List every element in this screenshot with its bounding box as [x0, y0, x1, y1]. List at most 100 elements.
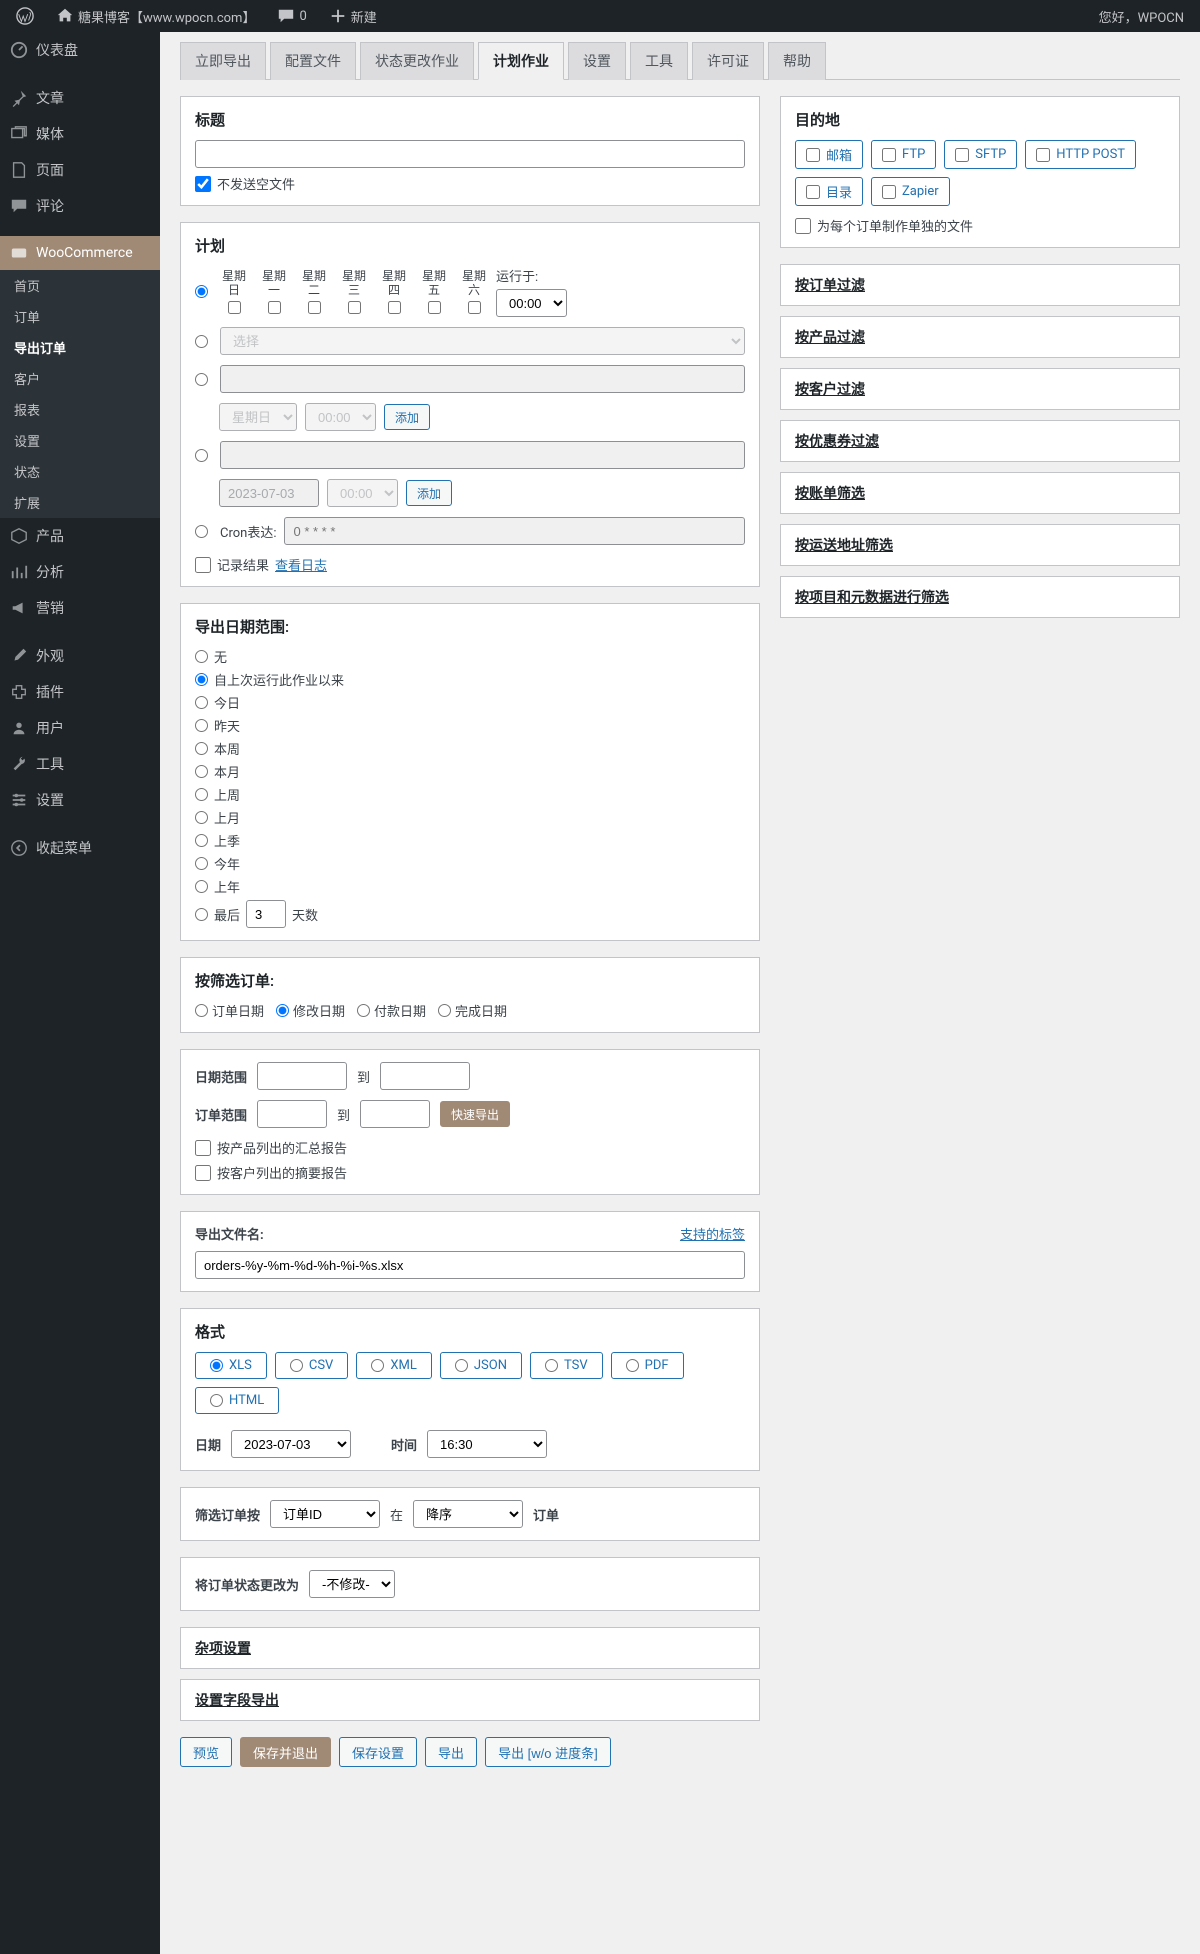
misc-panel[interactable]: 杂项设置 — [180, 1627, 760, 1669]
sched-date-radio[interactable] — [195, 449, 208, 462]
run-at-time[interactable]: 00:00 — [496, 289, 567, 317]
by-customer-check[interactable]: 按客户列出的摘要报告 — [195, 1163, 745, 1182]
sub-customers[interactable]: 客户 — [0, 363, 160, 394]
tab-settings[interactable]: 设置 — [568, 42, 626, 80]
tab-tools[interactable]: 工具 — [630, 42, 688, 80]
fmt-tsv[interactable]: TSV — [530, 1352, 603, 1379]
dr-last-year[interactable]: 上年 — [195, 877, 745, 896]
dest-zapier[interactable]: Zapier — [871, 177, 950, 206]
cron-input[interactable] — [284, 517, 745, 545]
sub-settings[interactable]: 设置 — [0, 425, 160, 456]
user-greeting[interactable]: 您好，WPOCN — [1091, 0, 1192, 32]
menu-comments[interactable]: 评论 — [0, 188, 160, 224]
dr-last-week[interactable]: 上周 — [195, 785, 745, 804]
fo-paid-date[interactable]: 付款日期 — [357, 1001, 426, 1020]
dr-yesterday[interactable]: 昨天 — [195, 716, 745, 735]
last-n-input[interactable] — [246, 900, 286, 928]
day-2[interactable] — [308, 301, 321, 314]
dr-this-year[interactable]: 今年 — [195, 854, 745, 873]
tags-link[interactable]: 支持的标签 — [680, 1224, 745, 1243]
date-from[interactable] — [257, 1062, 347, 1090]
filter-by-customer[interactable]: 按客户过滤 — [780, 368, 1180, 410]
sched-select[interactable]: 选择 — [220, 327, 745, 355]
menu-woocommerce[interactable]: WooCommerce — [0, 236, 160, 270]
filter-by-billing[interactable]: 按账单筛选 — [780, 472, 1180, 514]
sub-extensions[interactable]: 扩展 — [0, 487, 160, 518]
dest-http[interactable]: HTTP POST — [1025, 140, 1136, 169]
site-name[interactable]: 糖果博客【www.wpocn.com】 — [48, 0, 263, 32]
dr-this-week[interactable]: 本周 — [195, 739, 745, 758]
export-noprog-button[interactable]: 导出 [w/o 进度条] — [485, 1737, 611, 1767]
dr-this-month[interactable]: 本月 — [195, 762, 745, 781]
menu-marketing[interactable]: 营销 — [0, 590, 160, 626]
tab-export-now[interactable]: 立即导出 — [180, 42, 266, 80]
fmt-pdf[interactable]: PDF — [611, 1352, 684, 1379]
sched-weekday-input[interactable] — [220, 365, 745, 393]
filter-by-order[interactable]: 按订单过滤 — [780, 264, 1180, 306]
sort-dir[interactable]: 降序 — [413, 1500, 523, 1528]
menu-users[interactable]: 用户 — [0, 710, 160, 746]
dr-today[interactable]: 今日 — [195, 693, 745, 712]
tab-scheduled-jobs[interactable]: 计划作业 — [478, 42, 564, 80]
order-from[interactable] — [257, 1100, 327, 1128]
tab-profiles[interactable]: 配置文件 — [270, 42, 356, 80]
day-4[interactable] — [388, 301, 401, 314]
fmt-xml[interactable]: XML — [356, 1352, 432, 1379]
menu-plugins[interactable]: 插件 — [0, 674, 160, 710]
dr-last-n[interactable]: 最后 天数 — [195, 900, 745, 928]
day-3[interactable] — [348, 301, 361, 314]
fo-complete-date[interactable]: 完成日期 — [438, 1001, 507, 1020]
tab-license[interactable]: 许可证 — [692, 42, 764, 80]
fo-order-date[interactable]: 订单日期 — [195, 1001, 264, 1020]
date-add[interactable]: 添加 — [406, 480, 452, 506]
status-change-select[interactable]: -不修改- — [309, 1570, 395, 1598]
menu-collapse[interactable]: 收起菜单 — [0, 830, 160, 866]
filter-by-meta[interactable]: 按项目和元数据进行筛选 — [780, 576, 1180, 618]
order-to[interactable] — [360, 1100, 430, 1128]
date-select[interactable]: 2023-07-03 — [231, 1430, 351, 1458]
menu-media[interactable]: 媒体 — [0, 116, 160, 152]
date-to[interactable] — [380, 1062, 470, 1090]
dest-email[interactable]: 邮箱 — [795, 140, 863, 169]
day-1[interactable] — [268, 301, 281, 314]
dr-none[interactable]: 无 — [195, 647, 745, 666]
weekday-add[interactable]: 添加 — [384, 404, 430, 430]
fmt-json[interactable]: JSON — [440, 1352, 522, 1379]
dr-since-last[interactable]: 自上次运行此作业以来 — [195, 670, 745, 689]
comments-link[interactable]: 0 — [269, 0, 314, 32]
menu-appearance[interactable]: 外观 — [0, 638, 160, 674]
by-product-check[interactable]: 按产品列出的汇总报告 — [195, 1138, 745, 1157]
fmt-xls[interactable]: XLS — [195, 1352, 267, 1379]
title-input[interactable] — [195, 140, 745, 168]
sub-home[interactable]: 首页 — [0, 270, 160, 301]
sub-orders[interactable]: 订单 — [0, 301, 160, 332]
fmt-csv[interactable]: CSV — [275, 1352, 348, 1379]
filter-by-shipping[interactable]: 按运送地址筛选 — [780, 524, 1180, 566]
tab-help[interactable]: 帮助 — [768, 42, 826, 80]
wp-logo[interactable] — [8, 0, 42, 32]
menu-tools[interactable]: 工具 — [0, 746, 160, 782]
weekday-time[interactable]: 00:00 — [305, 403, 376, 431]
day-0[interactable] — [228, 301, 241, 314]
day-6[interactable] — [468, 301, 481, 314]
sched-cron-radio[interactable] — [195, 525, 208, 538]
date-time[interactable]: 00:00 — [327, 479, 398, 507]
menu-settings[interactable]: 设置 — [0, 782, 160, 818]
sched-date-input[interactable] — [220, 441, 745, 469]
filter-by-coupon[interactable]: 按优惠券过滤 — [780, 420, 1180, 462]
dest-dir[interactable]: 目录 — [795, 177, 863, 206]
export-button[interactable]: 导出 — [425, 1737, 477, 1767]
menu-pages[interactable]: 页面 — [0, 152, 160, 188]
sched-select-radio[interactable] — [195, 335, 208, 348]
record-results[interactable]: 记录结果 查看日志 — [195, 555, 745, 574]
menu-analytics[interactable]: 分析 — [0, 554, 160, 590]
fo-mod-date[interactable]: 修改日期 — [276, 1001, 345, 1020]
sort-field[interactable]: 订单ID — [270, 1500, 380, 1528]
dest-ftp[interactable]: FTP — [871, 140, 936, 169]
view-log-link[interactable]: 查看日志 — [275, 555, 327, 574]
day-5[interactable] — [428, 301, 441, 314]
tab-status-jobs[interactable]: 状态更改作业 — [360, 42, 474, 80]
preview-button[interactable]: 预览 — [180, 1737, 232, 1767]
dest-sftp[interactable]: SFTP — [944, 140, 1017, 169]
weekday-select[interactable]: 星期日 — [219, 403, 297, 431]
